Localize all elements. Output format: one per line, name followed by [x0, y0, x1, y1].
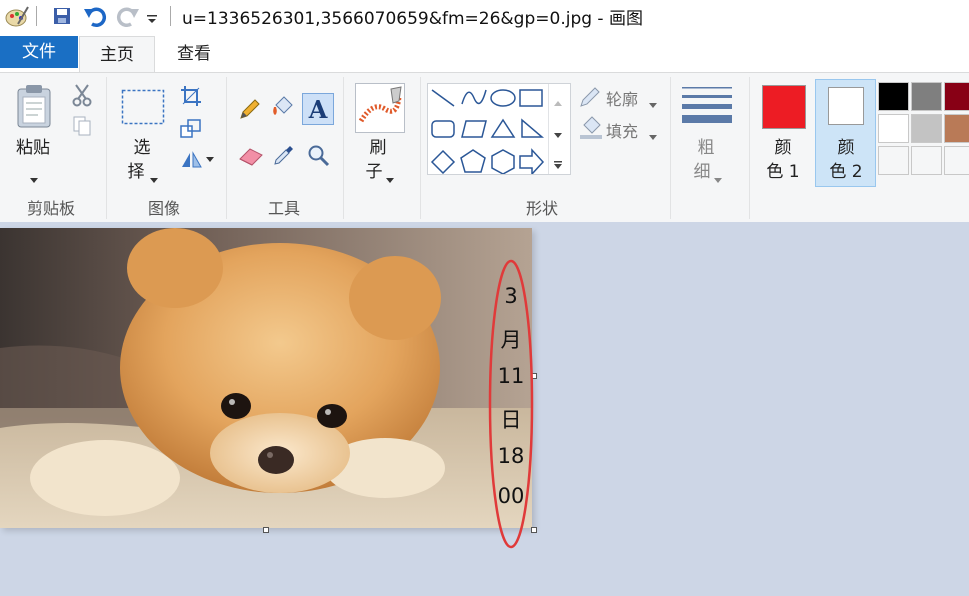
- resize-icon[interactable]: [180, 119, 202, 143]
- annotation-text-1: 3: [504, 284, 518, 308]
- palette-swatch-empty[interactable]: [878, 146, 909, 175]
- palette-swatch-empty[interactable]: [911, 146, 942, 175]
- magnifier-icon[interactable]: [306, 143, 330, 171]
- eraser-icon[interactable]: [238, 145, 264, 171]
- resize-handle-bottom[interactable]: [263, 527, 269, 533]
- size-icon[interactable]: [682, 85, 732, 129]
- shapes-group-label: 形状: [525, 199, 558, 218]
- group-separator: [106, 77, 107, 219]
- group-separator: [343, 77, 344, 219]
- color-picker-icon[interactable]: [272, 143, 296, 171]
- cut-icon[interactable]: [72, 83, 92, 111]
- select-icon[interactable]: [121, 89, 165, 129]
- shapes-gallery: [427, 83, 571, 175]
- size-label-line1[interactable]: 粗: [692, 137, 720, 160]
- group-separator: [226, 77, 227, 219]
- brushes-label-line2[interactable]: 子: [360, 161, 388, 184]
- canvas-area[interactable]: 3 月 11 日 18 00: [0, 222, 969, 596]
- paint-app-icon[interactable]: [4, 4, 30, 34]
- fill-icon[interactable]: [270, 95, 296, 125]
- redo-icon[interactable]: [114, 3, 140, 33]
- annotation-text-3: 11: [497, 364, 525, 388]
- brushes-icon[interactable]: [355, 83, 405, 137]
- tab-file[interactable]: 文件: [0, 36, 78, 68]
- color1-label-line2[interactable]: 色 1: [762, 161, 804, 184]
- paste-dropdown-arrow-icon[interactable]: [30, 169, 38, 188]
- rotate-icon[interactable]: [180, 149, 214, 173]
- puppy-image: [0, 228, 532, 528]
- fill-dropdown-arrow-icon[interactable]: [649, 126, 657, 145]
- palette-swatch-dark-red[interactable]: [944, 82, 969, 111]
- brushes-label-line1[interactable]: 刷: [364, 137, 392, 160]
- paste-button[interactable]: 粘贴: [8, 137, 58, 160]
- palette-swatch-gray[interactable]: [911, 82, 942, 111]
- save-icon[interactable]: [52, 6, 72, 30]
- tab-view[interactable]: 查看: [158, 36, 230, 72]
- color2-label-line1[interactable]: 颜: [831, 137, 861, 160]
- size-label-line2[interactable]: 细: [688, 161, 716, 184]
- palette-swatch-white[interactable]: [878, 114, 909, 143]
- annotation-text-4: 日: [500, 408, 522, 432]
- ribbon-tabs: 文件 主页 查看: [0, 34, 969, 73]
- pencil-icon[interactable]: [238, 97, 262, 125]
- undo-icon[interactable]: [83, 3, 109, 33]
- palette-swatch-black[interactable]: [878, 82, 909, 111]
- shapes-expand-icon[interactable]: [554, 154, 562, 173]
- palette-swatch-empty[interactable]: [944, 146, 969, 175]
- ribbon-home: 粘贴 剪贴板 选 择 图像 A 工具 刷 子 轮廓 填充 形状 粗 细 颜 色 …: [0, 72, 969, 224]
- tab-home[interactable]: 主页: [79, 36, 155, 73]
- annotation-text-2: 月: [500, 328, 522, 352]
- color1-swatch[interactable]: [762, 85, 806, 129]
- size-dropdown-arrow-icon[interactable]: [714, 169, 722, 188]
- select-dropdown-arrow-icon[interactable]: [150, 169, 158, 188]
- outline-label[interactable]: 轮廓: [606, 86, 638, 110]
- shapes-scroll-down-icon[interactable]: [554, 124, 562, 143]
- tools-group-label: 工具: [267, 199, 300, 218]
- shapes-scroll-up-icon[interactable]: [554, 92, 562, 111]
- customize-arrow-icon[interactable]: [146, 10, 158, 29]
- select-label-line1[interactable]: 选: [128, 137, 156, 160]
- select-label-line2[interactable]: 择: [122, 161, 150, 184]
- outline-dropdown-arrow-icon[interactable]: [649, 94, 657, 113]
- photo-puppy[interactable]: [0, 228, 532, 528]
- palette-swatch-brown[interactable]: [944, 114, 969, 143]
- title-bar: u=1336526301,3566070659&fm=26&gp=0.jpg -…: [0, 0, 969, 34]
- svg-text:A: A: [308, 95, 328, 124]
- fill-shape-icon[interactable]: [578, 115, 604, 145]
- crop-icon[interactable]: [180, 85, 202, 111]
- color1-label-line1[interactable]: 颜: [768, 137, 798, 160]
- window-title: u=1336526301,3566070659&fm=26&gp=0.jpg -…: [182, 9, 643, 29]
- clipboard-group-label: 剪贴板: [26, 199, 75, 218]
- color2-swatch[interactable]: [828, 87, 864, 125]
- group-separator: [670, 77, 671, 219]
- title-separator: [170, 6, 171, 26]
- group-separator: [749, 77, 750, 219]
- group-separator: [420, 77, 421, 219]
- brushes-dropdown-arrow-icon[interactable]: [386, 169, 394, 188]
- outline-icon[interactable]: [578, 85, 602, 113]
- annotation-text-6: 00: [497, 484, 525, 508]
- shapes-gallery-icons[interactable]: [428, 84, 548, 174]
- color2-label-line2[interactable]: 色 2: [824, 161, 868, 184]
- title-separator: [36, 6, 37, 26]
- paste-icon[interactable]: [14, 83, 54, 133]
- image-group-label: 图像: [147, 199, 180, 218]
- text-icon[interactable]: A: [302, 93, 334, 129]
- annotation-text-5: 18: [497, 444, 525, 468]
- copy-icon[interactable]: [72, 115, 92, 141]
- fill-label[interactable]: 填充: [606, 118, 638, 142]
- palette-swatch-light-gray[interactable]: [911, 114, 942, 143]
